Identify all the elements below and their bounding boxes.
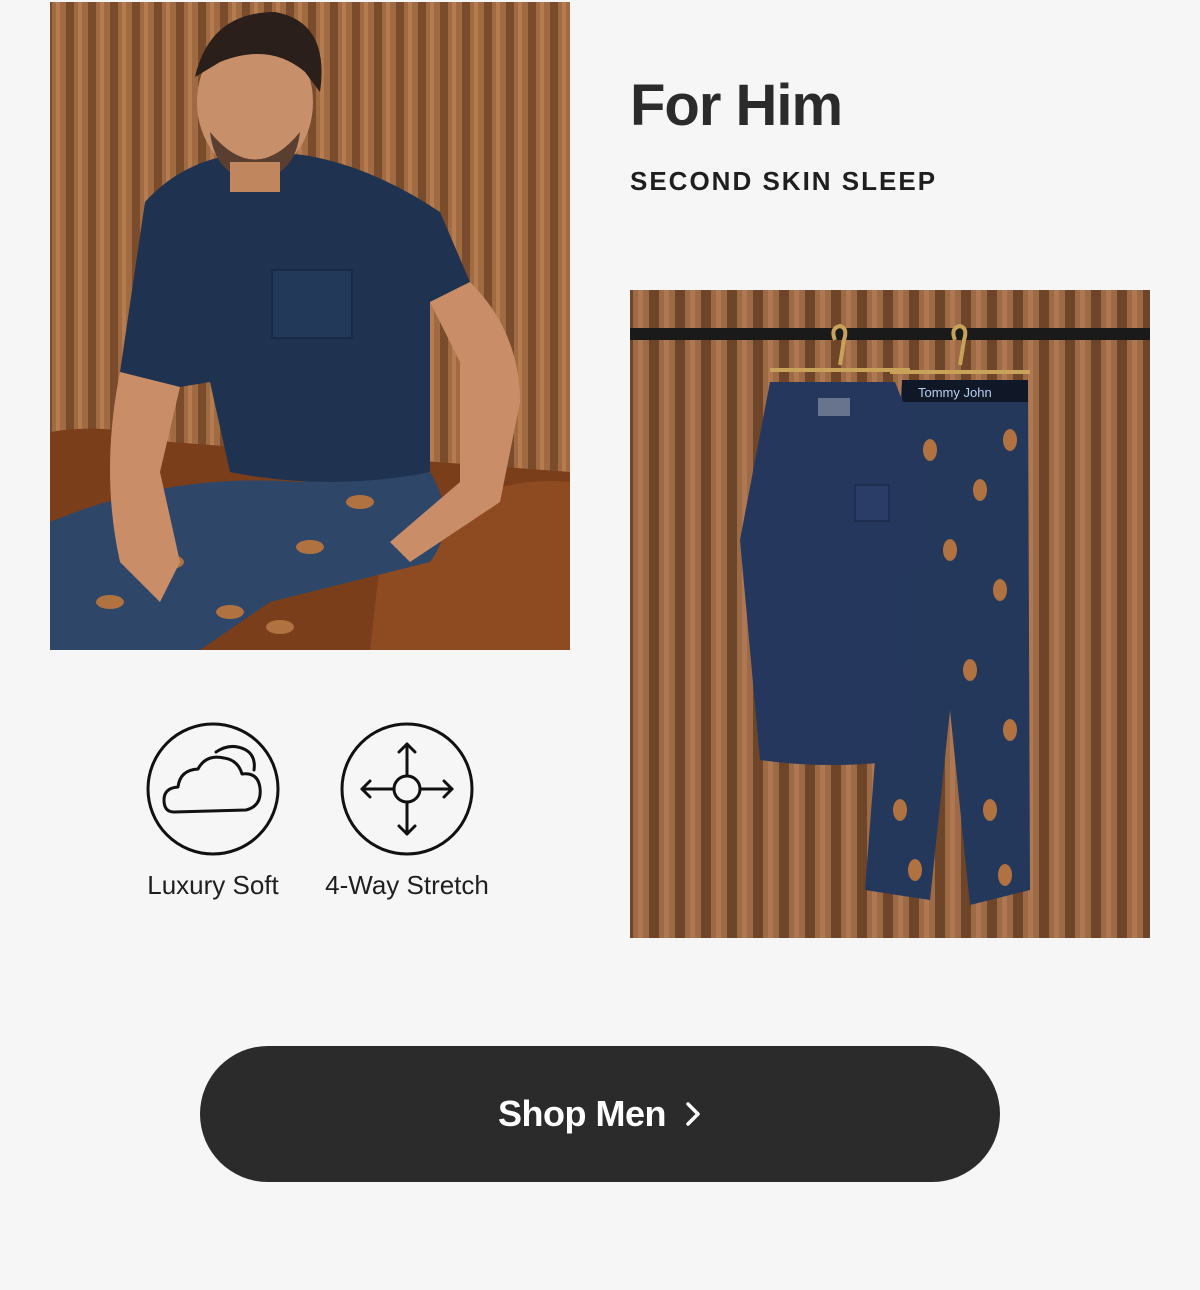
feature-luxury-soft: Luxury Soft — [113, 722, 313, 901]
cloud-icon — [146, 722, 280, 856]
feature-label: 4-Way Stretch — [325, 870, 489, 900]
feature-label: Luxury Soft — [147, 870, 279, 900]
waistband-brand-text: Tommy John — [918, 385, 992, 400]
collection-subtitle: SECOND SKIN SLEEP — [630, 166, 938, 196]
product-hanging-photo: Tommy John — [630, 290, 1150, 938]
model-photo-illustration — [50, 2, 570, 650]
shop-men-button[interactable]: Shop Men — [200, 1046, 1000, 1182]
four-way-arrows-icon — [340, 722, 474, 856]
shop-men-label: Shop Men — [498, 1093, 666, 1134]
model-photo — [50, 2, 570, 650]
product-hanging-illustration: Tommy John — [630, 290, 1150, 938]
page-title: For Him — [630, 73, 843, 138]
chevron-right-icon — [686, 1102, 700, 1126]
feature-four-way-stretch: 4-Way Stretch — [307, 722, 507, 901]
